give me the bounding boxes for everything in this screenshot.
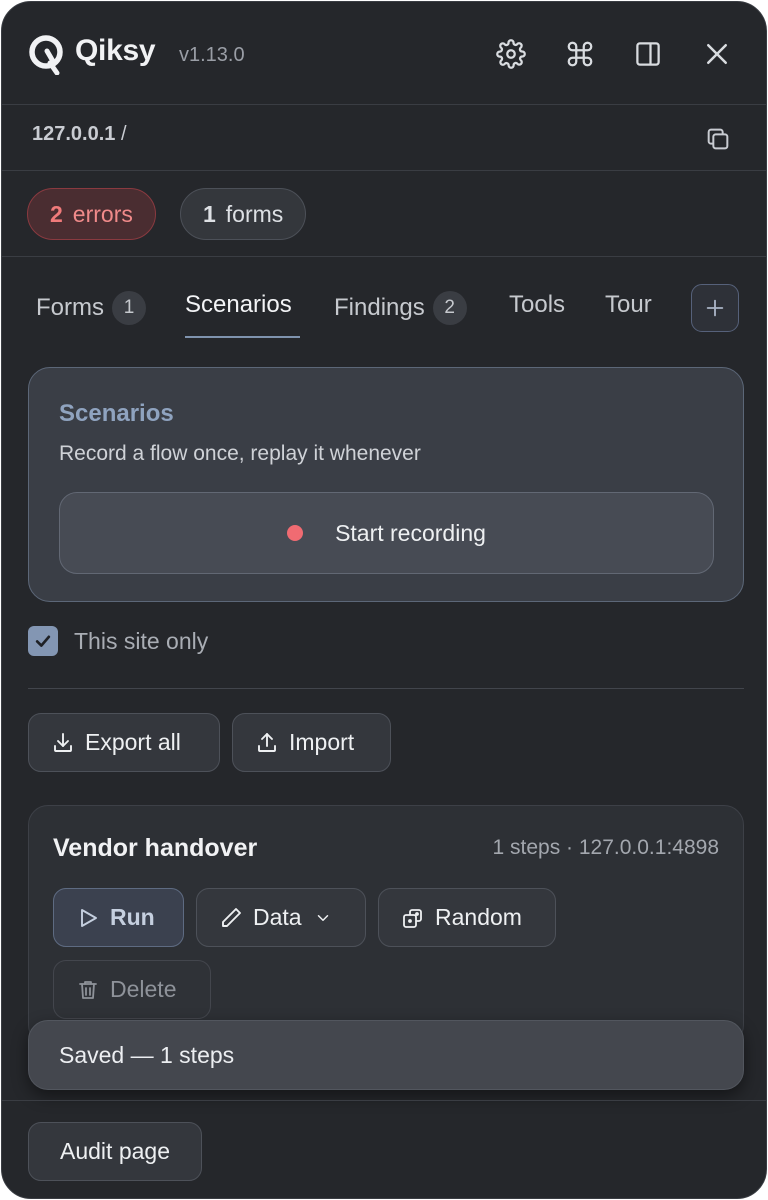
tab-findings-count: 2 <box>432 291 467 325</box>
close-icon[interactable] <box>701 38 733 70</box>
tab-tour[interactable]: Tour <box>605 291 652 319</box>
random-label: Random <box>435 904 522 930</box>
errors-count: 2 <box>50 200 63 227</box>
site-only-checkbox[interactable] <box>28 626 58 656</box>
tab-forms[interactable]: Forms 1 <box>36 291 146 325</box>
tab-findings-label: Findings <box>334 294 425 321</box>
download-icon <box>54 732 72 752</box>
trash-icon <box>79 980 97 999</box>
summary-pills: 2 errors 1 forms <box>2 172 766 257</box>
divider <box>28 688 744 689</box>
footer: Audit page <box>2 1100 766 1198</box>
tab-forms-label: Forms <box>36 294 104 321</box>
errors-label: errors <box>72 200 133 227</box>
export-all-label: Export all <box>85 729 181 755</box>
scenario-item: Vendor handover 1 steps · 127.0.0.1:4898… <box>28 805 744 1045</box>
add-tab-button[interactable] <box>691 284 739 332</box>
play-icon <box>81 908 97 927</box>
upload-icon <box>258 732 276 752</box>
pencil-icon <box>222 907 241 927</box>
audit-page-label: Audit page <box>60 1138 170 1164</box>
plus-icon <box>706 299 724 317</box>
data-dropdown-button[interactable]: Data <box>196 888 366 947</box>
saved-toast: Saved — 1 steps <box>28 1020 744 1090</box>
run-label: Run <box>110 904 155 930</box>
active-tab-indicator <box>185 336 300 338</box>
tab-scenarios-label: Scenarios <box>185 291 292 318</box>
chevron-down-icon <box>317 914 328 921</box>
forms-label: forms <box>225 200 284 227</box>
delete-button[interactable]: Delete <box>53 960 211 1019</box>
qiksy-logo-icon <box>29 35 63 75</box>
forms-count: 1 <box>203 200 216 227</box>
import-button[interactable]: Import <box>232 713 391 772</box>
tab-scenarios[interactable]: Scenarios <box>185 291 292 319</box>
scenario-name: Vendor handover <box>53 834 258 862</box>
scenarios-card-title: Scenarios <box>59 400 174 427</box>
audit-page-button[interactable]: Audit page <box>28 1122 202 1181</box>
version-label: v1.13.0 <box>179 44 245 66</box>
scenarios-card: Scenarios Record a flow once, replay it … <box>28 367 744 602</box>
checkmark-icon <box>35 635 51 647</box>
run-button[interactable]: Run <box>53 888 184 947</box>
site-only-label: This site only <box>74 628 209 654</box>
extension-panel: Qiksy v1.13.0 127.0.0.1 / 2 errors 1 for… <box>1 1 767 1199</box>
record-dot-icon <box>287 525 304 541</box>
url-row: 127.0.0.1 / <box>2 106 766 171</box>
tab-bar: Forms 1 Scenarios Findings 2 Tools Tour <box>2 258 766 348</box>
url-path: / <box>120 123 127 145</box>
brand-name: Qiksy <box>75 34 156 67</box>
command-icon[interactable] <box>564 38 596 70</box>
tab-tour-label: Tour <box>605 291 652 318</box>
data-label: Data <box>253 904 302 930</box>
forms-pill[interactable]: 1 forms <box>180 188 307 240</box>
scenarios-card-subtitle: Record a flow once, replay it whenever <box>59 442 421 465</box>
delete-label: Delete <box>110 976 177 1002</box>
header: Qiksy v1.13.0 <box>2 2 766 105</box>
copy-icon[interactable] <box>704 125 732 153</box>
start-recording-label: Start recording <box>335 519 486 546</box>
tab-tools-label: Tools <box>509 291 566 318</box>
tab-findings[interactable]: Findings 2 <box>334 291 467 325</box>
url-host: 127.0.0.1 <box>32 123 116 145</box>
page-url: 127.0.0.1 / <box>32 123 127 146</box>
tab-tools[interactable]: Tools <box>509 291 565 319</box>
dice-icon <box>403 908 422 928</box>
scenario-meta: 1 steps · 127.0.0.1:4898 <box>492 836 720 859</box>
errors-pill[interactable]: 2 errors <box>27 188 156 240</box>
import-label: Import <box>289 729 355 755</box>
settings-gear-icon[interactable] <box>495 38 527 70</box>
start-recording-button[interactable]: Start recording <box>59 492 714 574</box>
random-button[interactable]: Random <box>378 888 556 947</box>
tab-forms-count: 1 <box>112 291 146 325</box>
sidebar-icon[interactable] <box>632 38 664 70</box>
export-all-button[interactable]: Export all <box>28 713 220 772</box>
